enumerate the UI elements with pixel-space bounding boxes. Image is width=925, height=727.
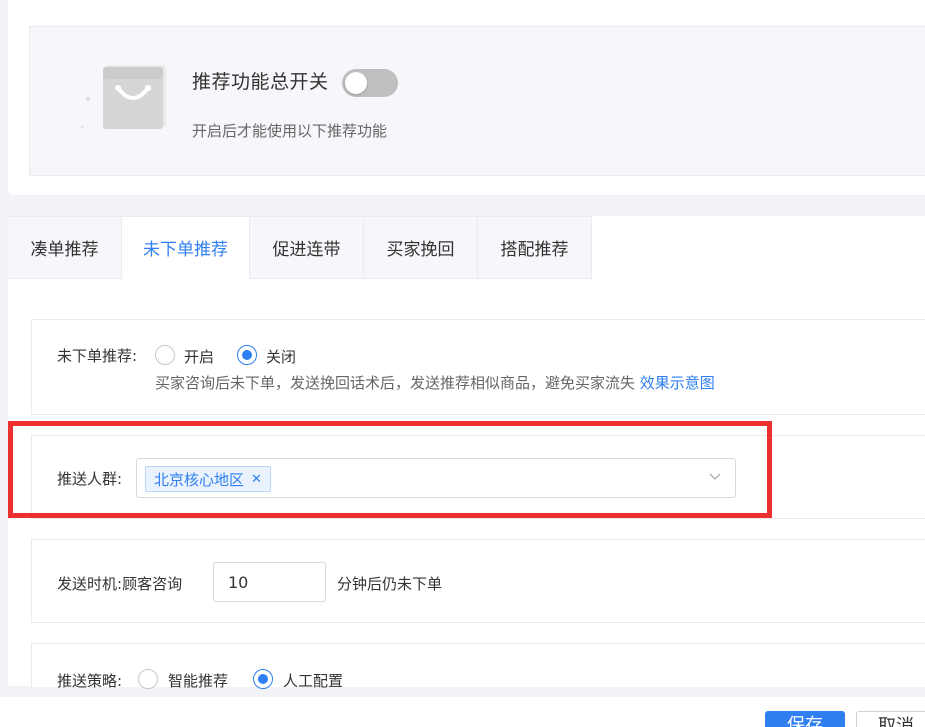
cancel-button[interactable]: 取消 [856, 711, 925, 727]
no-order-recommend-panel [31, 319, 925, 415]
timing-prefix: 顾客咨询 [122, 575, 183, 593]
recommend-tabs: 凑单推荐 未下单推荐 促进连带 买家挽回 搭配推荐 [8, 216, 592, 279]
timing-suffix: 分钟后仍未下单 [337, 575, 443, 593]
audience-tag: 北京核心地区 ✕ [145, 466, 271, 492]
master-switch-title: 推荐功能总开关 [192, 71, 329, 93]
tab-buyer-recall[interactable]: 买家挽回 [364, 216, 478, 279]
effect-preview-link[interactable]: 效果示意图 [640, 374, 715, 392]
audience-select[interactable]: 北京核心地区 ✕ [136, 458, 736, 498]
tab-bundle-recommend[interactable]: 凑单推荐 [8, 216, 122, 279]
tab-cross-sell[interactable]: 促进连带 [250, 216, 364, 279]
close-icon[interactable]: ✕ [251, 472, 262, 487]
timing-label: 发送时机:顾客咨询 [57, 575, 183, 593]
audience-label: 推送人群: [57, 470, 123, 488]
radio-recommend-on-label[interactable]: 开启 [184, 346, 214, 367]
toggle-knob [345, 72, 367, 94]
tab-no-order-recommend[interactable]: 未下单推荐 [122, 216, 250, 279]
radio-recommend-off-label[interactable]: 关闭 [266, 346, 296, 367]
master-switch-description: 开启后才能使用以下推荐功能 [192, 122, 388, 140]
shopping-bag-icon [80, 65, 166, 129]
chevron-down-icon [709, 473, 721, 480]
no-order-recommend-label: 未下单推荐: [57, 347, 138, 365]
save-button[interactable]: 保存 [765, 711, 845, 727]
radio-recommend-off[interactable] [237, 345, 257, 365]
strategy-label: 推送策略: [57, 672, 123, 690]
radio-strategy-smart-label[interactable]: 智能推荐 [168, 670, 228, 691]
radio-recommend-on[interactable] [155, 345, 175, 365]
master-switch-toggle[interactable] [342, 69, 398, 97]
radio-strategy-smart[interactable] [138, 669, 158, 689]
master-switch-banner: 推荐功能总开关 开启后才能使用以下推荐功能 [29, 26, 925, 176]
tab-match-recommend[interactable]: 搭配推荐 [478, 216, 592, 279]
push-strategy-panel [31, 643, 925, 687]
audience-tag-label: 北京核心地区 [154, 470, 245, 489]
recommend-hint: 买家咨询后未下单，发送挽回话术后，发送推荐相似商品，避免买家流失 效果示意图 [155, 374, 715, 392]
timing-minutes-input[interactable] [213, 562, 326, 602]
radio-strategy-manual[interactable] [253, 669, 273, 689]
radio-strategy-manual-label[interactable]: 人工配置 [283, 670, 343, 691]
